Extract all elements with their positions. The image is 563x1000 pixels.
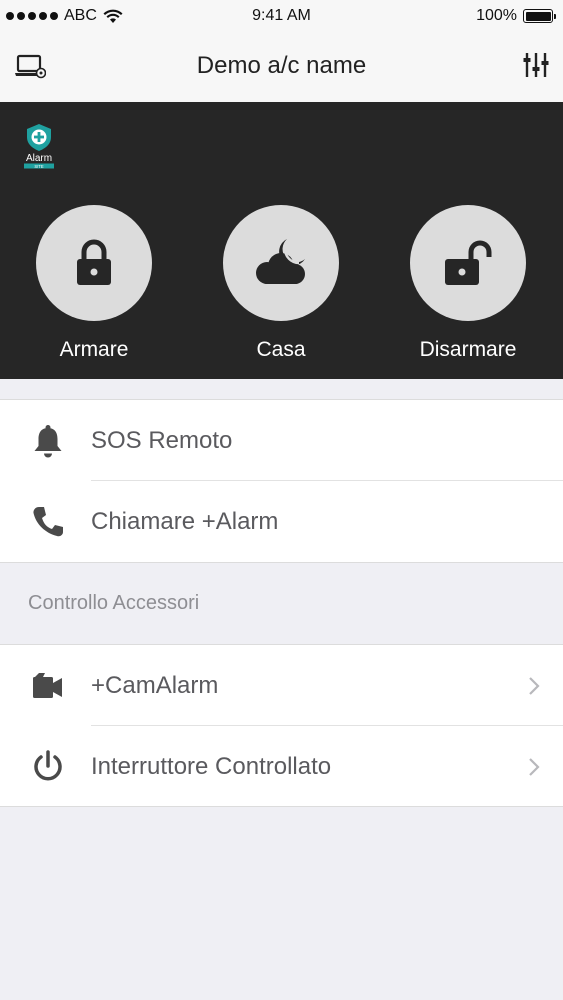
brand-name: Alarm [26,153,52,164]
nav-bar: Demo a/c name [0,32,563,102]
battery-icon [523,9,556,23]
unlock-icon [445,240,492,285]
brand-sub: SITE [34,164,44,169]
actions-list: SOS Remoto Chiamare +Alarm [0,399,563,563]
bell-icon [28,421,68,461]
list-item-camalarm[interactable]: +CamAlarm [0,645,563,726]
arm-circle[interactable] [36,205,152,321]
list-item-sos[interactable]: SOS Remoto [0,400,563,481]
arm-button[interactable]: Armare [36,205,152,361]
sliders-icon[interactable] [523,50,549,80]
accessories-list: +CamAlarm Interruttore Controllato [0,644,563,807]
list-item-label: Interruttore Controllato [91,752,332,780]
arm-label: Armare [59,338,129,361]
lock-icon [77,239,111,285]
list-item-call[interactable]: Chiamare +Alarm [0,481,563,562]
home-label: Casa [256,338,306,361]
list-item-label: SOS Remoto [91,426,233,454]
list-item-switch[interactable]: Interruttore Controllato [0,726,563,807]
section-header: Controllo Accessori [28,592,200,614]
page-title: Demo a/c name [196,52,367,79]
chevron-right-icon [529,676,540,695]
status-right: 100% [476,0,556,32]
home-circle[interactable] [223,205,339,321]
battery-percent: 100% [476,7,517,24]
list-item-label: Chiamare +Alarm [91,507,279,535]
disarm-label: Disarmare [419,338,517,361]
list-item-label: +CamAlarm [91,671,219,699]
video-camera-icon [28,666,68,706]
status-bar: ABC 9:41 AM 100% [0,0,563,32]
disarm-circle[interactable] [410,205,526,321]
disarm-button[interactable]: Disarmare [410,205,526,361]
home-button[interactable]: Casa [223,205,339,361]
phone-icon [28,502,68,542]
chevron-right-icon [529,757,540,776]
arm-control-panel: Alarm SITE Armare Casa Disarmare [0,102,563,379]
moon-cloud-icon [256,239,305,284]
alarm-logo: Alarm SITE [24,124,54,169]
power-icon [28,747,68,787]
